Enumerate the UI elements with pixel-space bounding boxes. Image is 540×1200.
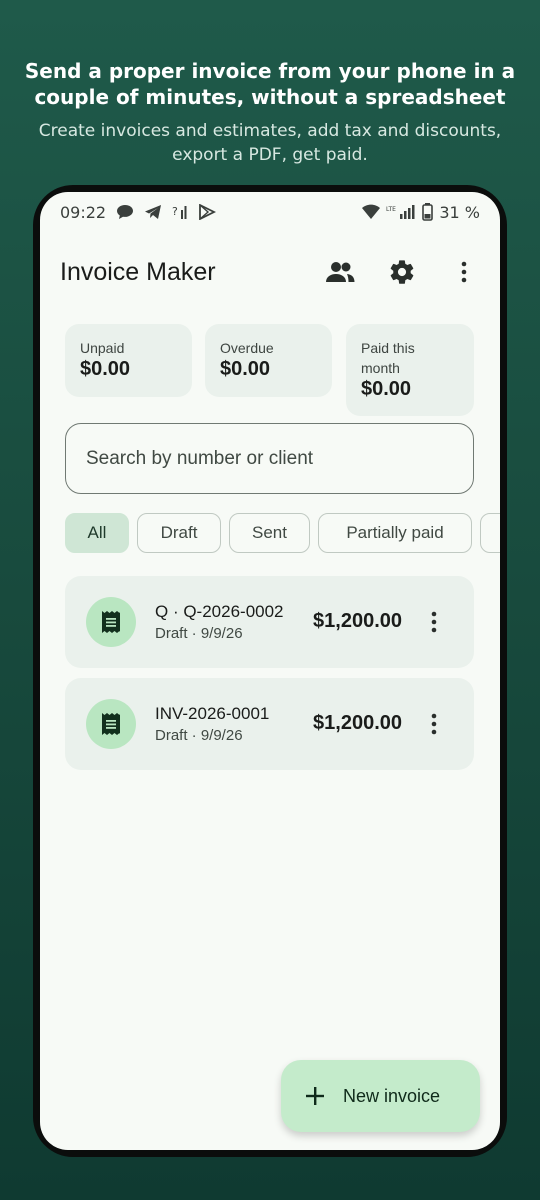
invoice-number: Q · Q-2026-0002 (155, 602, 284, 621)
invoice-more-button[interactable] (414, 602, 454, 642)
chip-partially-paid[interactable]: Partially paid (318, 513, 472, 553)
more-vert-icon (431, 713, 437, 735)
more-options-button[interactable] (442, 250, 486, 294)
invoice-avatar (86, 699, 136, 749)
invoice-list-item[interactable]: Q · Q-2026-0002 Draft · 9/9/26 $1,200.00 (65, 576, 474, 668)
new-invoice-label: New invoice (343, 1085, 441, 1106)
app-screen: 09:22 ? LTE 31 % Invoice Maker Unpaid $0… (40, 192, 500, 1150)
overdue-value: $0.00 (220, 358, 271, 380)
status-time: 09:22 (60, 202, 107, 222)
chip-sent[interactable]: Sent (229, 513, 310, 553)
invoice-avatar (86, 597, 136, 647)
battery-icon (422, 203, 434, 221)
wifi-icon (362, 204, 381, 220)
filter-chips: All Draft Sent Partially paid (65, 513, 500, 553)
invoice-number: INV-2026-0001 (155, 704, 270, 723)
unpaid-card: Unpaid $0.00 (65, 324, 192, 397)
invoice-status-date: Draft · 9/9/26 (155, 625, 243, 642)
promo-subtitle: Create invoices and estimates, add tax a… (38, 121, 502, 165)
play-store-icon (198, 204, 217, 220)
summary-cards: Unpaid $0.00 Overdue $0.00 Paid this mon… (65, 324, 475, 419)
unpaid-value: $0.00 (80, 358, 131, 380)
app-title: Invoice Maker (60, 257, 216, 286)
status-bar: 09:22 ? LTE 31 % (40, 192, 500, 232)
invoice-more-button[interactable] (414, 704, 454, 744)
receipt-icon (102, 713, 120, 735)
chip-more[interactable] (480, 513, 500, 553)
more-vert-icon (461, 261, 467, 283)
invoice-amount: $1,200.00 (313, 610, 402, 632)
invoice-status-date: Draft · 9/9/26 (155, 727, 243, 744)
battery-percent: 31 % (439, 202, 480, 222)
svg-text:LTE: LTE (386, 206, 396, 213)
paid-value: $0.00 (361, 378, 412, 400)
chip-draft[interactable]: Draft (137, 513, 221, 553)
settings-button[interactable] (380, 250, 424, 294)
invoice-list-item[interactable]: INV-2026-0001 Draft · 9/9/26 $1,200.00 (65, 678, 474, 770)
invoice-amount: $1,200.00 (313, 712, 402, 734)
promo-title: Send a proper invoice from your phone in… (24, 59, 516, 109)
more-vert-icon (431, 611, 437, 633)
unpaid-label: Unpaid (80, 340, 125, 356)
search-input[interactable] (65, 423, 474, 494)
receipt-icon (102, 611, 120, 633)
paid-this-month-card: Paid this month $0.00 (346, 324, 474, 416)
chat-notification-icon (116, 204, 134, 220)
gear-icon (390, 260, 414, 284)
clients-button[interactable] (318, 250, 362, 294)
signal-off-icon: ? (172, 204, 188, 220)
plus-icon (306, 1087, 324, 1105)
overdue-label: Overdue (220, 340, 274, 356)
people-icon (326, 262, 355, 282)
paid-label: Paid this month (361, 340, 415, 376)
new-invoice-button[interactable]: New invoice (281, 1060, 480, 1132)
app-bar: Invoice Maker (40, 248, 500, 296)
overdue-card: Overdue $0.00 (205, 324, 332, 397)
chip-all[interactable]: All (65, 513, 129, 553)
cellular-signal-icon: LTE (386, 204, 416, 220)
telegram-notification-icon (144, 204, 162, 220)
phone-frame: 09:22 ? LTE 31 % Invoice Maker Unpaid $0… (33, 185, 507, 1157)
svg-text:?: ? (172, 205, 178, 218)
